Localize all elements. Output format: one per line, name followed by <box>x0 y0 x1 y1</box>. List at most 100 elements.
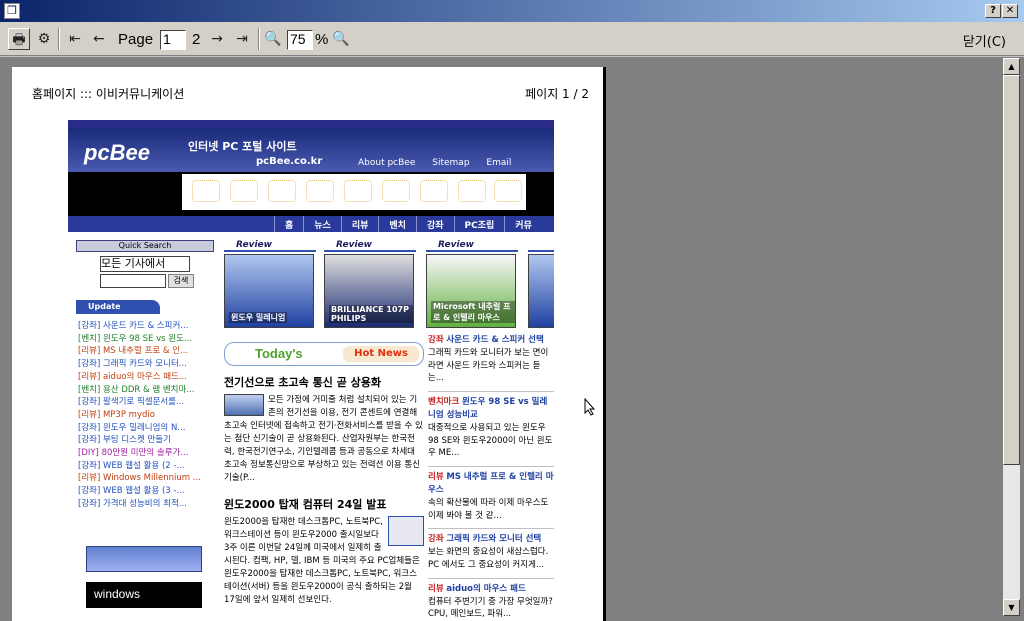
review-strip: Review 윈도우 밀레니엄 Review BRILLIANCE 107P P… <box>224 240 554 330</box>
update-item[interactable]: [벤치] 용산 DDR & 램 벤치마... <box>78 384 214 397</box>
search-input[interactable] <box>100 274 166 288</box>
quick-search-header: Quick Search <box>76 240 214 252</box>
review-caption: 윈도우 밀레니엄 <box>229 312 288 323</box>
news-item[interactable]: 리뷰 MS 내추럴 프로 & 인텔리 마우스 속의 확산물에 따라 이제 마우스도… <box>428 471 554 530</box>
update-item[interactable]: [DIY] 80만원 미만의 솔루가... <box>78 447 214 460</box>
print-page: 홈페이지 ::: 이비커뮤니케이션 페이지 1 / 2 pcBee 인터넷 PC… <box>12 67 606 621</box>
link-sitemap[interactable]: Sitemap <box>432 158 469 168</box>
review-label <box>528 240 554 252</box>
update-item[interactable]: [강좌] WEB 웹설 활용 (3 -... <box>78 485 214 498</box>
news-item[interactable]: 강좌 사운드 카드 & 스피커 선택 그래픽 카드와 모니터가 보는 면이라면 사… <box>428 334 554 393</box>
scroll-thumb[interactable] <box>1003 75 1020 465</box>
news-item[interactable]: 리뷰 aiduo의 마우스 패드 컴퓨터 주변기기 중 가장 무엇일까? CPU,… <box>428 583 554 620</box>
site-logo: pcBee <box>84 140 151 165</box>
review-card[interactable]: Review 윈도우 밀레니엄 <box>224 240 316 330</box>
right-news-column: 강좌 사운드 카드 & 스피커 선택 그래픽 카드와 모니터가 보는 면이라면 사… <box>428 334 554 620</box>
article-title[interactable]: 윈도2000 탑재 컴퓨터 24일 발표 <box>224 496 424 512</box>
review-label: Review <box>324 240 416 252</box>
update-item[interactable]: [리뷰] MP3P mydio <box>78 409 214 422</box>
page-number-input[interactable]: 1 <box>160 30 186 50</box>
review-image[interactable]: Microsoft 내추럴 프로 & 인텔리 마우스 <box>426 254 516 328</box>
article-thumbnail[interactable] <box>388 516 424 546</box>
site-domain: pcBee.co.kr <box>256 156 323 167</box>
zoom-out-icon[interactable]: 🔍 <box>262 28 284 50</box>
prev-page-icon[interactable]: ← <box>88 28 110 50</box>
update-item[interactable]: [벤치] 윈도우 98 SE vs 윈도... <box>78 333 214 346</box>
menu-pc-build[interactable]: PC조립 <box>453 216 505 232</box>
title-bar: ❐ ? ✕ <box>0 0 1024 22</box>
review-card[interactable]: Review Microsoft 내추럴 프로 & 인텔리 마우스 <box>426 240 518 330</box>
portal-title: 인터넷 PC 포털 사이트 <box>188 140 297 153</box>
first-page-icon[interactable]: ⇤ <box>64 28 86 50</box>
toolbar-separator <box>258 28 260 50</box>
news-item[interactable]: 벤치마크 윈도우 98 SE vs 밀레니엄 성능비교 대중적으로 사용되고 있는… <box>428 396 554 468</box>
toolbar-separator <box>58 28 60 50</box>
update-item[interactable]: [강좌] 부팅 디스켓 만들기 <box>78 434 214 447</box>
news-article: 윈도2000 탑재 컴퓨터 24일 발표 윈도2000을 탑재한 데스크톱PC,… <box>224 496 424 607</box>
article-title[interactable]: 전기선으로 초고속 통신 곧 상용화 <box>224 374 424 390</box>
update-item[interactable]: [강좌] 팔색기로 픽셀문서롤... <box>78 396 214 409</box>
update-item[interactable]: [리뷰] Windows Millennium ... <box>78 472 214 485</box>
top-links: About pcBee Sitemap Email <box>358 158 525 168</box>
update-list: [강좌] 사운드 카드 & 스피커... [벤치] 윈도우 98 SE vs 윈… <box>78 320 214 511</box>
review-caption: Microsoft 내추럴 프로 & 인텔리 마우스 <box>431 301 515 323</box>
search-category-select[interactable]: 모든 기사에서 <box>100 256 190 272</box>
update-item[interactable]: [강좌] 윈도우 밀레니엄의 N... <box>78 422 214 435</box>
todays-label: Today's <box>255 346 303 361</box>
site-banner: pcBee 인터넷 PC 포털 사이트 pcBee.co.kr About pc… <box>68 120 554 172</box>
review-card[interactable]: Review BRILLIANCE 107P PHILIPS <box>324 240 416 330</box>
update-item[interactable]: [리뷰] aiduo의 마우스 패드... <box>78 371 214 384</box>
menu-bench[interactable]: 벤치 <box>378 216 416 232</box>
search-button[interactable]: 검색 <box>168 274 194 288</box>
menu-news[interactable]: 뉴스 <box>303 216 341 232</box>
update-tab: Update <box>76 300 160 314</box>
help-button[interactable]: ? <box>985 4 1001 18</box>
next-page-icon[interactable]: → <box>206 28 228 50</box>
side-ad-banner[interactable] <box>86 546 202 572</box>
page-header-number: 페이지 1 / 2 <box>525 87 589 101</box>
print-preview-toolbar: 🖶 ⚙ ⇤ ← Page 1 2 → ⇥ 🔍 75 % 🔍 닫기(C) <box>0 22 1024 56</box>
news-header: Today's Hot News <box>224 342 424 366</box>
zoom-unit: % <box>315 31 329 48</box>
update-item[interactable]: [강좌] 그래픽 카드와 모니터... <box>78 358 214 371</box>
link-email[interactable]: Email <box>486 158 511 168</box>
review-caption: BRILLIANCE 107P PHILIPS <box>329 305 413 323</box>
update-item[interactable]: [리뷰] MS 내추럴 프로 & 인... <box>78 345 214 358</box>
app-icon: ❐ <box>4 3 20 19</box>
news-article: 전기선으로 초고속 통신 곧 상용화 모든 가정에 거미줄 처럼 설치되어 있는… <box>224 374 424 485</box>
news-item[interactable]: 강좌 그래픽 카드와 모니터 선택 보는 화면의 중요성이 새삼스럽다. PC 에… <box>428 533 554 579</box>
left-sidebar: Quick Search 모든 기사에서 검색 Update [강좌] 사운드 … <box>76 240 216 620</box>
scroll-down-icon[interactable]: ▼ <box>1003 599 1020 616</box>
close-preview-button[interactable]: 닫기(C) <box>963 31 1006 50</box>
review-image[interactable]: 윈도우 밀레니엄 <box>224 254 314 328</box>
update-item[interactable]: [강좌] WEB 웹설 활용 (2 -... <box>78 460 214 473</box>
preview-area: 홈페이지 ::: 이비커뮤니케이션 페이지 1 / 2 pcBee 인터넷 PC… <box>0 57 1024 621</box>
menu-community[interactable]: 커뮤 <box>504 216 542 232</box>
page-total: 2 <box>192 31 201 48</box>
review-label: Review <box>426 240 518 252</box>
mouse-cursor-icon <box>584 398 596 416</box>
update-item[interactable]: [강좌] 가격대 성능비의 최적... <box>78 498 214 511</box>
update-item[interactable]: [강좌] 사운드 카드 & 스피커... <box>78 320 214 333</box>
link-about[interactable]: About pcBee <box>358 158 415 168</box>
site-menu: 홈 뉴스 리뷰 벤치 강좌 PC조립 커뮤 <box>68 216 554 232</box>
zoom-input[interactable]: 75 <box>287 30 313 50</box>
menu-lecture[interactable]: 강좌 <box>415 216 454 232</box>
review-card[interactable] <box>528 240 554 330</box>
page-header-title: 홈페이지 ::: 이비커뮤니케이션 <box>32 87 185 101</box>
windows-ad[interactable]: windows <box>86 582 202 608</box>
scroll-up-icon[interactable]: ▲ <box>1003 58 1020 75</box>
close-window-button[interactable]: ✕ <box>1002 4 1018 18</box>
print-icon[interactable]: 🖶 <box>8 28 30 50</box>
ad-banner <box>68 172 554 216</box>
review-image[interactable]: BRILLIANCE 107P PHILIPS <box>324 254 414 328</box>
menu-review[interactable]: 리뷰 <box>340 216 379 232</box>
review-image[interactable] <box>528 254 554 328</box>
web-page-content: pcBee 인터넷 PC 포털 사이트 pcBee.co.kr About pc… <box>68 120 554 620</box>
zoom-in-icon[interactable]: 🔍 <box>330 28 352 50</box>
article-thumbnail[interactable] <box>224 394 264 416</box>
last-page-icon[interactable]: ⇥ <box>231 28 253 50</box>
page-setup-icon[interactable]: ⚙ <box>33 28 55 50</box>
menu-home[interactable]: 홈 <box>274 216 303 232</box>
vertical-scrollbar[interactable]: ▲ ▼ <box>1003 58 1020 616</box>
